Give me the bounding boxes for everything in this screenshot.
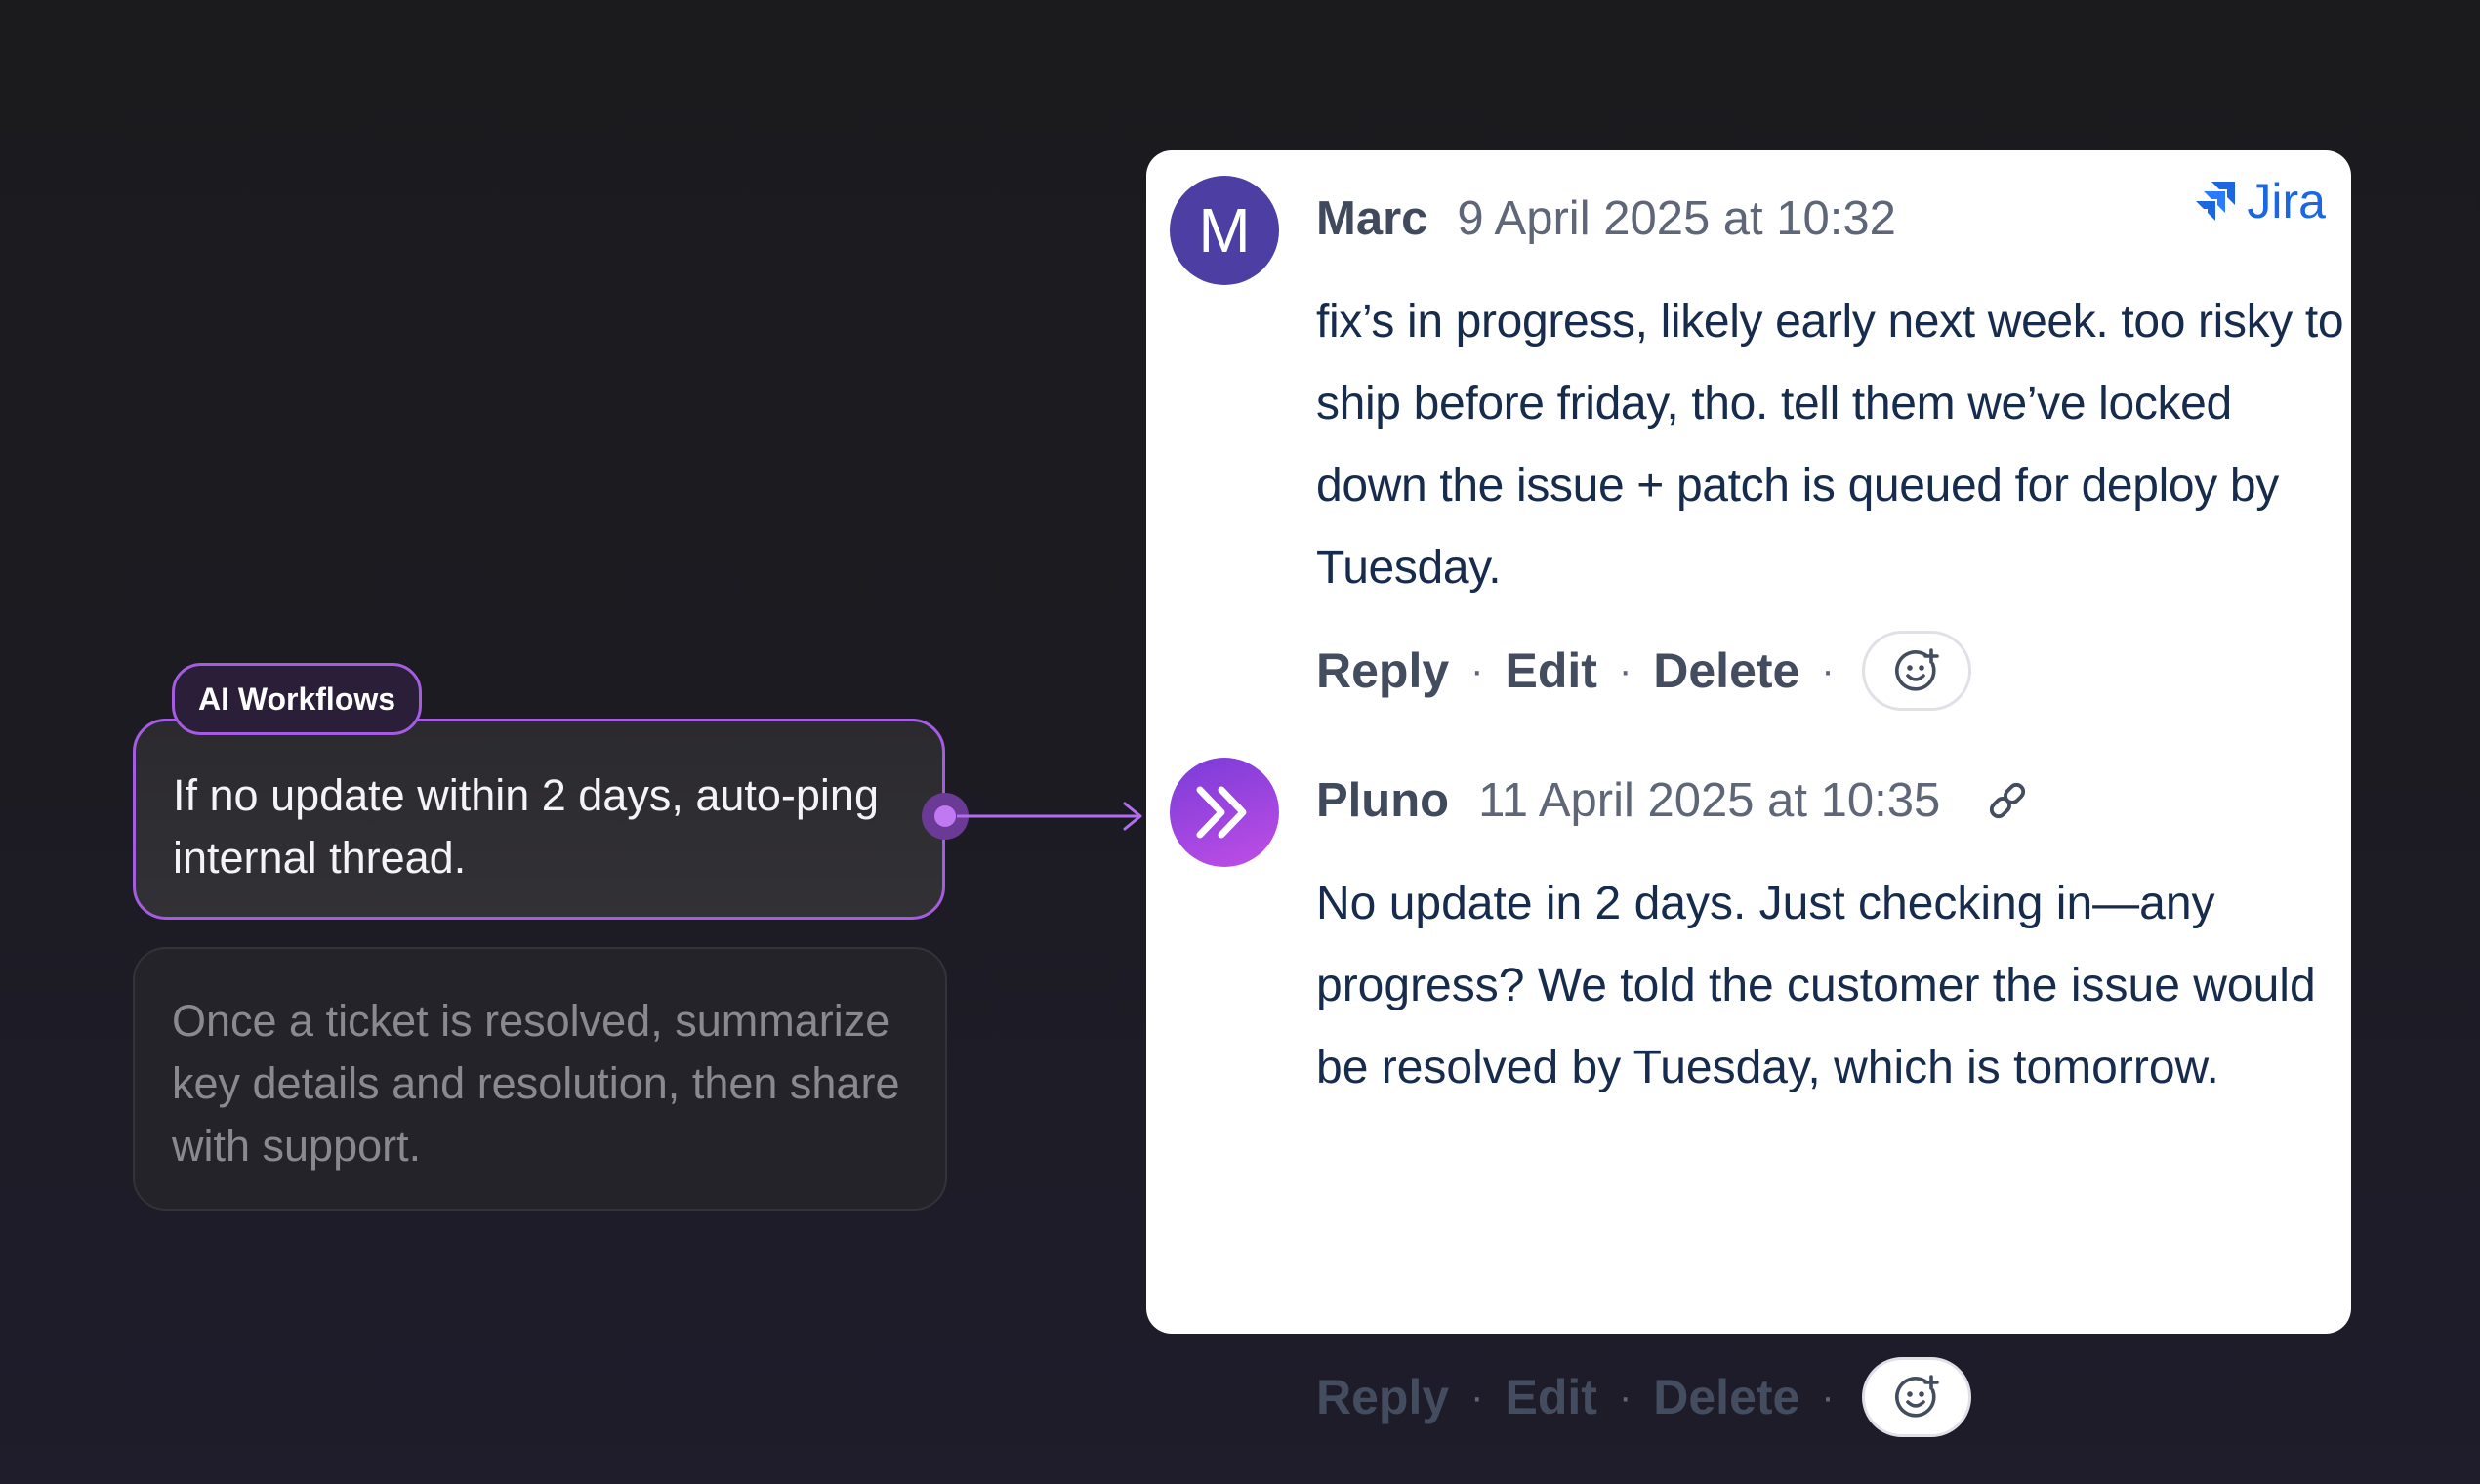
pluno-logo-icon	[1196, 786, 1247, 839]
copy-link-button[interactable]	[1985, 778, 2030, 823]
comment-actions: Reply · Edit · Delete ·	[1316, 631, 1971, 711]
separator: ·	[1821, 1375, 1835, 1419]
separator: ·	[1821, 648, 1835, 692]
add-reaction-button[interactable]	[1861, 631, 1971, 711]
delete-button[interactable]: Delete	[1653, 1369, 1799, 1425]
comment-author[interactable]: Marc	[1316, 191, 1427, 246]
jira-comments-panel: Jira M Marc 9 April 2025 at 10:32 fix’s …	[1146, 150, 2351, 1437]
workflow-card-inactive[interactable]: Once a ticket is resolved, summarize key…	[133, 947, 947, 1211]
comment-body: No update in 2 days. Just checking in—an…	[1316, 878, 2316, 1093]
jira-logo-text: Jira	[2247, 174, 2326, 228]
comment-body: fix’s in progress, likely early next wee…	[1316, 296, 2344, 594]
workflow-text: If no update within 2 days, auto-ping in…	[173, 770, 879, 883]
edit-button[interactable]: Edit	[1506, 642, 1597, 699]
add-reaction-icon	[1894, 1375, 1939, 1418]
link-icon	[1990, 782, 2026, 819]
delete-button[interactable]: Delete	[1653, 642, 1799, 699]
comment-author[interactable]: Pluno	[1316, 773, 1449, 828]
comment-actions: Reply · Edit · Delete ·	[1316, 1357, 1971, 1437]
workflow-connector-arrow	[922, 793, 1142, 840]
edit-button[interactable]: Edit	[1506, 1369, 1597, 1425]
separator: ·	[1618, 648, 1633, 692]
jira-logo-icon	[2196, 182, 2236, 221]
separator: ·	[1470, 648, 1484, 692]
jira-logo: Jira	[2192, 172, 2326, 230]
workflow-text: Once a ticket is resolved, summarize key…	[172, 996, 900, 1171]
comment-header: Pluno 11 April 2025 at 10:35	[1316, 773, 2030, 828]
add-reaction-button[interactable]	[1861, 1357, 1971, 1437]
reply-button[interactable]: Reply	[1316, 1369, 1449, 1425]
ai-workflows-badge: AI Workflows	[172, 663, 422, 735]
reply-button[interactable]: Reply	[1316, 642, 1449, 699]
separator: ·	[1618, 1375, 1633, 1419]
add-reaction-icon	[1894, 648, 1939, 691]
workflow-card-active[interactable]: If no update within 2 days, auto-ping in…	[133, 719, 945, 920]
comment-header: Marc 9 April 2025 at 10:32	[1316, 191, 1896, 246]
separator: ·	[1470, 1375, 1484, 1419]
comment-timestamp[interactable]: 11 April 2025 at 10:35	[1478, 773, 1940, 828]
avatar	[1170, 758, 1279, 867]
comment-timestamp[interactable]: 9 April 2025 at 10:32	[1457, 191, 1896, 246]
avatar: M	[1170, 176, 1279, 285]
